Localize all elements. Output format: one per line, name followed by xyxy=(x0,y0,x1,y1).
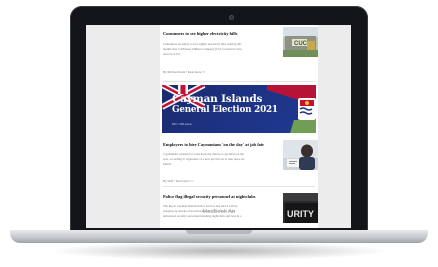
article-headline[interactable]: Employers to hire Caymanians 'on the day… xyxy=(163,142,264,147)
divider xyxy=(163,186,315,187)
laptop-screen: Consumers to see higher electricity bill… xyxy=(86,25,351,228)
device-brand-label: MacBook Air xyxy=(202,209,236,215)
article-card[interactable]: Employers to hire Caymanians 'on the day… xyxy=(160,137,318,187)
laptop-base-notch xyxy=(186,230,252,234)
banner-title-line1: Cayman Islands xyxy=(172,93,263,105)
article-excerpt: Consumers are likely to face higher elec… xyxy=(163,42,275,56)
laptop-shadow xyxy=(52,242,386,260)
banner-tag: 694 × 256 pixels xyxy=(172,123,192,126)
camera-icon xyxy=(229,15,234,20)
article-byline[interactable]: By Staff • Read more >> xyxy=(163,179,194,183)
divider xyxy=(163,81,315,82)
news-page[interactable]: Consumers to see higher electricity bill… xyxy=(160,25,318,228)
article-headline[interactable]: Police flag illegal security personnel a… xyxy=(163,194,255,199)
job-fair-thumbnail[interactable] xyxy=(283,140,318,170)
crest-graphic xyxy=(290,98,316,133)
cuc-building-thumbnail[interactable]: CUC xyxy=(283,27,318,57)
article-byline[interactable]: By Michael Klein • Read more >> xyxy=(163,70,206,74)
security-guard-thumbnail[interactable]: URITY xyxy=(283,193,318,223)
banner-title-line2: General Election 2021 xyxy=(172,105,278,115)
excerpt-line: rates by 4.5%. xyxy=(163,51,181,56)
article-card[interactable]: Consumers to see higher electricity bill… xyxy=(160,25,318,83)
article-headline[interactable]: Consumers to see higher electricity bill… xyxy=(163,31,237,36)
election-banner[interactable]: Cayman Islands General Election 2021 694… xyxy=(162,85,316,133)
svg-text:CUC: CUC xyxy=(294,41,308,47)
article-excerpt: Caymanians looking for work have the cha… xyxy=(163,152,275,166)
excerpt-line: March. xyxy=(163,161,172,166)
